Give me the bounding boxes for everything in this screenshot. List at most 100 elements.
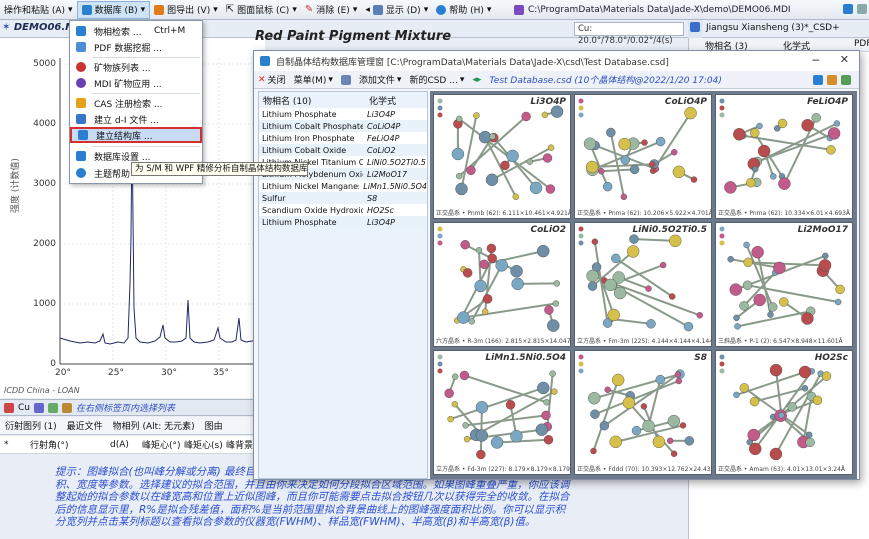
minimize-icon[interactable]: ─ xyxy=(812,54,819,67)
list-header-formula[interactable]: 化学式 xyxy=(369,94,396,107)
wavelength-readout: Cu: 20.0°/78.0°/0.02°/4(s) xyxy=(574,22,684,46)
menu-display[interactable]: ◂ 显示 (D) ▾ xyxy=(361,1,432,19)
minimize-icon[interactable] xyxy=(857,4,867,14)
menu-help[interactable]: 帮助 (H) ▾ xyxy=(432,1,495,19)
close-button[interactable]: ✕ 关闭 xyxy=(254,73,290,87)
menu-item-build-di[interactable]: 建立 d-I 文件 ... xyxy=(70,111,202,127)
col-header[interactable]: 行射角(°) xyxy=(30,438,110,451)
crystal-structure-image xyxy=(437,354,558,460)
folder-icon[interactable] xyxy=(827,75,837,85)
display-icon xyxy=(372,4,383,15)
col-header[interactable]: d(A) xyxy=(110,440,142,450)
crystal-structure-image xyxy=(719,98,841,194)
phase-formula: LiMn1.5Ni0.5O4 xyxy=(363,181,427,191)
phase-name: Lithium Cobalt Phosphate xyxy=(262,121,363,131)
refresh-icon[interactable] xyxy=(843,4,853,14)
menu-operate[interactable]: 操作和粘贴 (A) ▾ xyxy=(0,1,77,19)
col-header[interactable]: PDF xyxy=(854,39,869,49)
file-path-display: C:\ProgramData\Materials Data\Jade-X\dem… xyxy=(514,3,791,17)
menu-export[interactable]: 图导出 (V) ▾ xyxy=(150,1,222,19)
structure-thumbnail[interactable]: HO2Sc 正交晶系 • Amam (63): 4.01×13.01×3.24Å xyxy=(715,350,853,475)
phase-name: Lithium Phosphate xyxy=(262,109,337,119)
structure-thumbnail[interactable]: Li2MoO17 三斜晶系 • P-1 (2): 6.547×8.948×11.6… xyxy=(715,222,853,347)
phase-name: Lithium Iron Phosphate xyxy=(262,133,355,143)
right-panel-title: Jiangsu Xiansheng (3)*_CSD+ xyxy=(706,23,840,33)
structure-formula: LiNi0.5O2Ti0.5 xyxy=(632,225,707,235)
menu-mouse[interactable]: ⇱ 图面鼠标 (C) ▾ xyxy=(222,1,301,19)
new-csd-button[interactable]: 新的CSD ... ▾ xyxy=(405,73,468,87)
cu-label[interactable]: Cu xyxy=(18,403,30,413)
nav-buttons[interactable]: ◂▸ xyxy=(468,75,485,85)
menu-database[interactable]: 数据库 (B) ▾ xyxy=(76,0,151,19)
save-icon[interactable] xyxy=(841,75,851,85)
mineral-app-icon xyxy=(76,78,86,88)
menu-item-phase-search[interactable]: 物相检索 ... Ctrl+M xyxy=(70,23,202,39)
structure-thumbnail[interactable]: CoLiO4P 正交晶系 • Pnma (62): 10.206×5.922×4.… xyxy=(574,94,712,219)
grid-view-button[interactable] xyxy=(337,74,355,85)
tab-graph[interactable]: 图由 xyxy=(200,419,228,432)
menu-item-pdf-mining[interactable]: PDF 数据挖掘 ... xyxy=(70,39,202,55)
add-file-button[interactable]: 添加文件 ▾ xyxy=(355,73,406,87)
tab-patterns[interactable]: 衍射图列 (1) xyxy=(0,419,62,432)
menu-item-mineral-list[interactable]: 矿物族列表 ... xyxy=(70,59,202,75)
menu-erase[interactable]: ✎ 消除 (E) ▾ xyxy=(301,1,362,19)
phase-formula: CoLiO4P xyxy=(367,121,401,131)
crystal-structure-image xyxy=(437,226,561,332)
pointer-icon[interactable] xyxy=(690,22,700,32)
phase-formula: LiNi0.5O2Ti0.5 xyxy=(367,157,426,167)
structure-thumbnail[interactable]: S8 正交晶系 • Fddd (70): 10.393×12.762×24.43Å xyxy=(574,350,712,475)
menu-item-cas-search[interactable]: CAS 注册检索 ... xyxy=(70,95,202,111)
tab-phases[interactable]: 物相列 (Alt: 无元素) xyxy=(108,419,200,432)
cu-icon xyxy=(4,402,14,413)
cas-icon xyxy=(76,98,86,108)
list-item[interactable]: Lithium Iron Phosphate FeLiO4P xyxy=(259,132,427,144)
structure-caption: 正交晶系 • Pnma (62): 10.334×6.01×4.693Å xyxy=(718,210,851,217)
phase-formula: Li3O4P xyxy=(367,217,395,227)
structure-thumbnail[interactable]: Li3O4P 正交晶系 • Pnmb (62): 6.111×10.461×4.9… xyxy=(433,94,571,219)
menu-divider xyxy=(92,146,200,147)
menu-button[interactable]: 菜单(M) ▾ xyxy=(290,73,337,87)
tab-recent[interactable]: 最近文件 xyxy=(62,419,108,432)
col-header[interactable]: 峰背景 xyxy=(226,438,253,451)
document-tab[interactable]: ✶ DEMO06.MI xyxy=(2,22,79,33)
menu-item-mdi-mineral[interactable]: MDI 矿物应用 ... xyxy=(70,75,202,91)
y-tick: 0 xyxy=(50,359,56,369)
structure-list: 物相名 (10) 化学式 Lithium Phosphate Li3O4P Lith… xyxy=(258,91,428,479)
list-item[interactable]: Lithium Nickel Manganes... LiMn1.5Ni0.5O4 xyxy=(259,180,427,192)
list-item[interactable]: Lithium Phosphate Li3O4P xyxy=(259,216,427,228)
tool-icon[interactable] xyxy=(48,402,58,413)
structure-thumbnail[interactable]: FeLiO4P 正交晶系 • Pnma (62): 10.334×6.01×4.6… xyxy=(715,94,853,219)
list-item[interactable]: Lithium Cobalt Phosphate CoLiO4P xyxy=(259,120,427,132)
license-label: ICDD China - LOAN xyxy=(4,386,80,395)
menu-item-build-structure-db[interactable]: 建立结构库 ... xyxy=(70,127,202,143)
y-tick: 4000 xyxy=(33,119,56,129)
col-header[interactable]: 峰矩心(s) xyxy=(184,438,226,451)
y-tick: 5000 xyxy=(33,59,56,69)
bottom-tabs: 衍射图列 (1) 最近文件 物相列 (Alt: 无元素) 图由 xyxy=(0,417,260,435)
file-icon xyxy=(514,5,524,15)
col-header[interactable]: 峰矩心(°) xyxy=(142,438,184,451)
settings-icon xyxy=(76,151,86,161)
list-item[interactable]: Lithium Cobalt Oxide CoLiO2 xyxy=(259,144,427,156)
structure-grid: Li3O4P 正交晶系 • Pnmb (62): 6.111×10.461×4.9… xyxy=(430,91,857,479)
list-item[interactable]: Scandium Oxide Hydroxide HO2Sc xyxy=(259,204,427,216)
list-item[interactable]: Sulfur S8 xyxy=(259,192,427,204)
crystal-structure-image xyxy=(719,226,845,330)
tool-icon[interactable] xyxy=(34,402,44,413)
structure-thumbnail[interactable]: CoLiO2 六方晶系 • R-3m (166): 2.815×2.815×14.… xyxy=(433,222,571,347)
tool-icon[interactable] xyxy=(62,402,72,413)
close-icon[interactable]: ✕ xyxy=(840,53,849,66)
structure-thumbnail[interactable]: LiMn1.5Ni0.5O4 立方晶系 • Fd-3m (227): 8.179×… xyxy=(433,350,571,475)
structure-thumbnail[interactable]: LiNi0.5O2Ti0.5 立方晶系 • Fm-3m (225): 4.144×… xyxy=(574,222,712,347)
search-icon xyxy=(76,26,86,36)
peak-icon xyxy=(76,114,86,124)
dialog-tools xyxy=(813,75,851,85)
list-item[interactable]: Lithium Phosphate Li3O4P xyxy=(259,108,427,120)
database-menu: 物相检索 ... Ctrl+M PDF 数据挖掘 ... 矿物族列表 ... MD… xyxy=(69,20,203,184)
refresh-icon[interactable] xyxy=(813,75,823,85)
app-window: { "menubar": { "items": [ {"label": "操作和… xyxy=(0,0,869,539)
structure-caption: 正交晶系 • Pnma (62): 10.206×5.922×4.701Å xyxy=(577,210,712,217)
phase-formula: Li3O4P xyxy=(367,109,395,119)
plot-title: Red Paint Pigment Mixture xyxy=(255,29,452,44)
list-header-name[interactable]: 物相名 (10) xyxy=(263,94,311,107)
